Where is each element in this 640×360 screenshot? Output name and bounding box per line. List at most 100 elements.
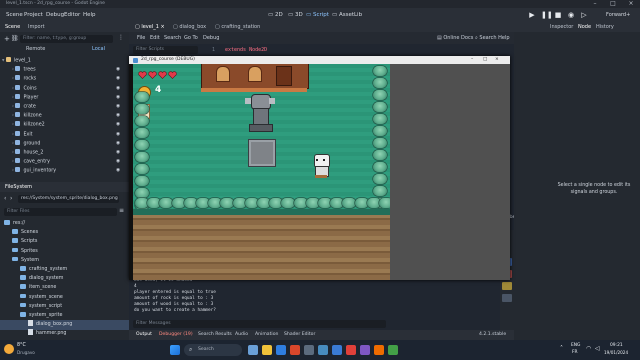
visibility-icon[interactable]: ◉ — [116, 85, 120, 94]
filesystem-item[interactable]: res:// — [0, 219, 129, 229]
online-docs-button[interactable]: ▤ Online Docs — [437, 32, 473, 44]
tab-level-1[interactable]: ▢ level_1 × — [135, 22, 165, 32]
region-label[interactable]: FR — [572, 350, 578, 355]
scene-tree-item[interactable]: › killzone ◉ — [0, 112, 120, 121]
scene-tree-item[interactable]: › cave_entry ◉ — [0, 158, 120, 167]
forward-icon[interactable]: › — [10, 195, 12, 202]
script-menu-search[interactable]: Search — [164, 32, 181, 44]
filesystem-item[interactable]: Scenes — [0, 228, 137, 238]
mode-script[interactable]: ▭ Script — [306, 8, 329, 22]
godot-taskbar-icon[interactable] — [318, 345, 328, 355]
windows-start-icon[interactable] — [170, 345, 180, 355]
menu-scene[interactable]: Scene — [6, 8, 23, 22]
visibility-icon[interactable]: ◉ — [116, 66, 120, 75]
menu-editor[interactable]: Editor — [64, 8, 80, 22]
search-options-icon[interactable]: ⋮ — [118, 34, 124, 41]
visibility-icon[interactable]: ◉ — [116, 75, 120, 84]
filesystem-item[interactable]: system_scene — [0, 293, 145, 303]
tab-animation[interactable]: Animation — [255, 330, 278, 340]
vscode-icon[interactable] — [332, 345, 342, 355]
tray-chevron-icon[interactable]: ˄ — [560, 345, 563, 352]
tab-dialog-box[interactable]: ▢ dialog_box — [173, 22, 206, 32]
edge-icon[interactable] — [276, 345, 286, 355]
script-filter-input[interactable]: Filter Scripts — [133, 46, 198, 54]
filesystem-item[interactable]: dialog_system — [0, 274, 145, 284]
file-explorer-icon[interactable] — [262, 345, 272, 355]
tab-shader-editor[interactable]: Shader Editor — [284, 330, 315, 340]
scene-tree-item[interactable]: › Coins ◉ — [0, 84, 120, 94]
visibility-icon[interactable]: ◉ — [116, 131, 120, 140]
filesystem-item[interactable]: Scripts — [0, 237, 137, 247]
stop-icon[interactable]: ■ — [554, 11, 562, 19]
scene-tree-item[interactable]: › Exit ◉ — [0, 130, 120, 140]
wifi-icon[interactable]: ◠ — [586, 345, 591, 352]
remote-debug-icon[interactable]: ◉ — [567, 11, 575, 19]
taskbar-search-box[interactable]: ⌕ Search — [184, 344, 242, 356]
volume-icon[interactable]: ◁ — [595, 345, 600, 352]
filesystem-item[interactable]: crafting_system — [0, 265, 145, 275]
back-icon[interactable]: ‹ — [4, 195, 6, 202]
filesystem-filter-input[interactable]: Filter Files — [4, 208, 117, 216]
scene-tree-item[interactable]: › Player ◉ — [0, 93, 120, 103]
visibility-icon[interactable]: ◉ — [116, 94, 120, 103]
task-view-icon[interactable] — [248, 345, 258, 355]
game-maximize-button[interactable]: □ — [483, 56, 487, 64]
tab-node[interactable]: Node — [578, 22, 591, 32]
mode-3d[interactable]: ▭ 3D — [288, 8, 303, 22]
script-menu-file[interactable]: File — [137, 32, 145, 44]
mode-assetlib[interactable]: ▭ AssetLib — [332, 8, 362, 22]
play-icon[interactable]: ▶ — [528, 11, 536, 19]
maximize-button[interactable]: □ — [604, 0, 622, 8]
game-close-button[interactable]: × — [495, 56, 499, 64]
warning-filter-icon[interactable] — [502, 282, 512, 290]
visibility-icon[interactable]: ◉ — [116, 140, 120, 149]
tab-debugger[interactable]: Debugger (19) — [159, 330, 193, 340]
filesystem-path[interactable]: res://System/system_sprite/dialog_box.pn… — [18, 195, 119, 203]
filesystem-item[interactable]: system_script — [0, 302, 145, 312]
scene-tree-item[interactable]: ▾ level_1 — [0, 57, 31, 66]
visibility-icon[interactable]: ◉ — [116, 121, 120, 130]
tab-import[interactable]: Import — [28, 22, 45, 32]
visibility-icon[interactable]: ◉ — [116, 149, 120, 158]
add-node-icon[interactable]: + — [4, 35, 10, 43]
minimize-button[interactable]: – — [586, 0, 604, 8]
scene-tree-item[interactable]: › ground ◉ — [0, 139, 120, 149]
sort-icon[interactable]: ≡ — [119, 207, 124, 214]
message-filter-icon[interactable] — [502, 294, 512, 302]
filesystem-item[interactable]: system_sprite — [0, 311, 145, 321]
renderer-select[interactable]: Forward+ — [606, 8, 630, 22]
filesystem-item[interactable]: Sprites — [0, 247, 137, 257]
tab-crafting-station[interactable]: ▢ crafting_station — [215, 22, 260, 32]
search-help-button[interactable]: ⌕ Search Help — [475, 32, 510, 44]
language-label[interactable]: ENG — [571, 343, 580, 348]
tab-history[interactable]: History — [596, 22, 614, 32]
filesystem-item[interactable]: System — [0, 256, 137, 266]
scene-tree-item[interactable]: › killzone2 ◉ — [0, 121, 120, 130]
scene-tree-item[interactable]: › gui_inventory ◉ — [0, 167, 120, 176]
scene-tree-item[interactable]: › trees ◉ — [0, 66, 120, 75]
clock-date[interactable]: 19/01/2024 — [604, 350, 628, 355]
app-icon-3[interactable] — [388, 345, 398, 355]
code-line-1[interactable]: extends Node2D — [225, 47, 267, 53]
visibility-icon[interactable]: ◉ — [116, 158, 120, 167]
script-menu-debug[interactable]: Debug — [203, 32, 219, 44]
tab-output[interactable]: Output — [136, 330, 152, 340]
filesystem-item[interactable]: item_scene — [0, 283, 145, 293]
visibility-icon[interactable]: ◉ — [116, 167, 120, 176]
scene-tree-item[interactable]: › house_2 ◉ — [0, 149, 120, 158]
menu-help[interactable]: Help — [83, 8, 96, 22]
app-icon[interactable] — [360, 345, 370, 355]
output-filter-input[interactable]: Filter Messages — [133, 320, 386, 328]
mode-2d[interactable]: ▭ 2D — [268, 8, 283, 22]
menu-debug[interactable]: Debug — [46, 8, 64, 22]
app-icon-2[interactable] — [374, 345, 384, 355]
tab-scene[interactable]: Scene — [5, 22, 20, 32]
play-scene-icon[interactable]: ▷ — [580, 11, 588, 19]
game-minimize-button[interactable]: – — [471, 56, 473, 64]
tab-audio[interactable]: Audio — [235, 330, 248, 340]
visibility-icon[interactable]: ◉ — [116, 103, 120, 112]
script-menu-goto[interactable]: Go To — [184, 32, 198, 44]
script-menu-edit[interactable]: Edit — [150, 32, 160, 44]
menu-project[interactable]: Project — [24, 8, 43, 22]
tab-inspector[interactable]: Inspector — [550, 22, 573, 32]
